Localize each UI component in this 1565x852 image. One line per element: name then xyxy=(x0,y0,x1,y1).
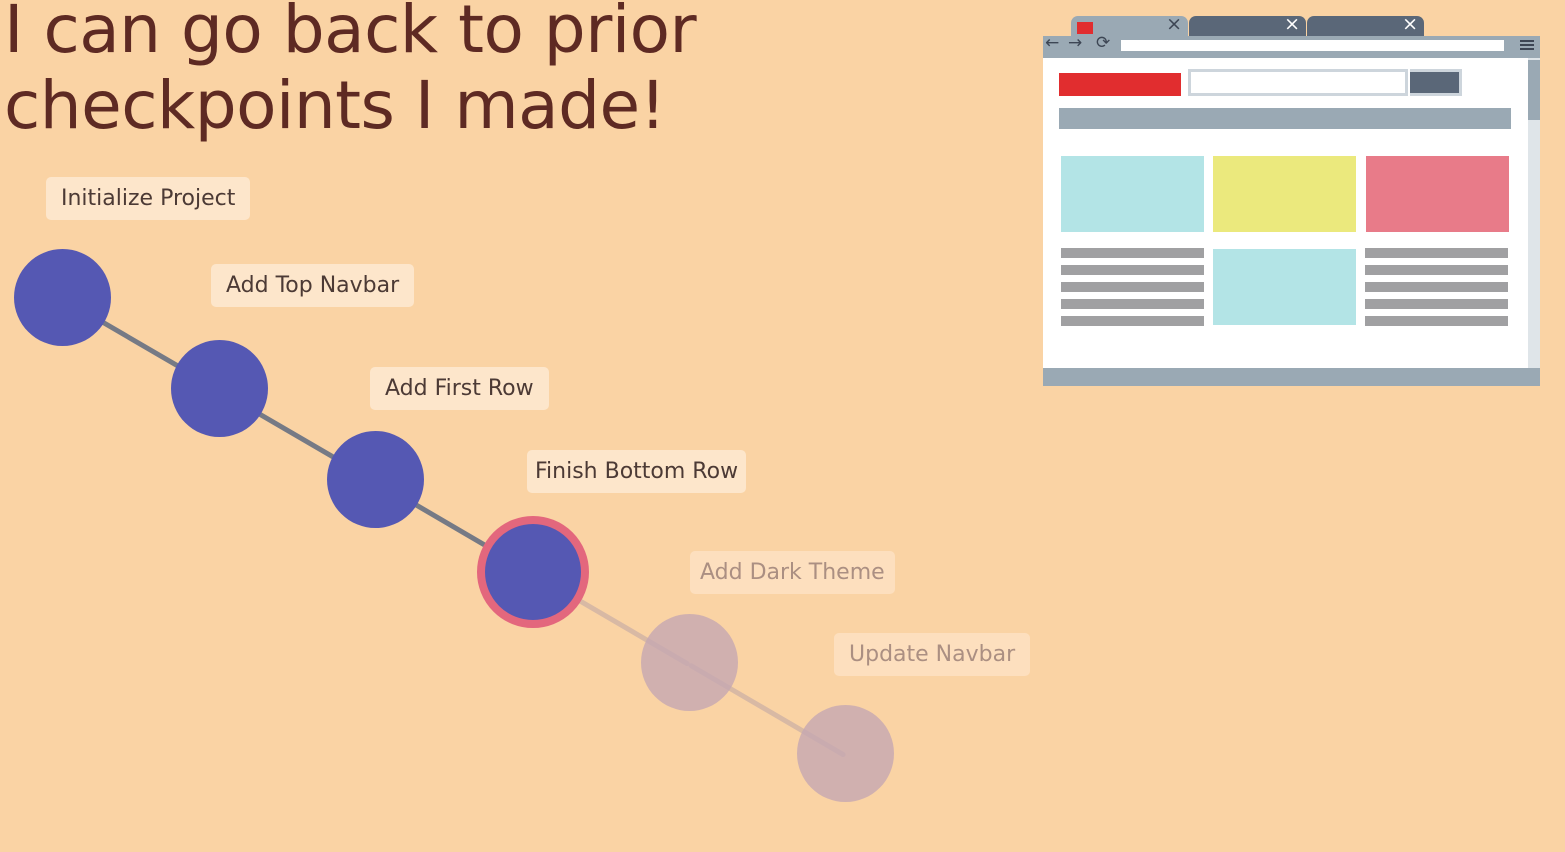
site-logo-block xyxy=(1059,73,1181,96)
checkpoint-node-update-navbar[interactable] xyxy=(797,705,894,802)
forward-arrow-icon: → xyxy=(1068,33,1083,53)
browser-tab-active: × xyxy=(1071,13,1188,38)
checkpoint-node-finish-bottom-row[interactable] xyxy=(477,516,589,628)
checkpoint-label-add-dark-theme: Add Dark Theme xyxy=(690,551,895,594)
title-line-2: checkpoints I made! xyxy=(4,67,666,144)
tab-close-icon: × xyxy=(1402,13,1418,35)
browser-page-area xyxy=(1043,58,1540,386)
checkpoint-node-add-dark-theme[interactable] xyxy=(641,614,738,711)
scrollbar-track xyxy=(1528,58,1540,368)
scrollbar-thumb xyxy=(1528,60,1540,120)
page-title: I can go back to prior checkpoints I mad… xyxy=(4,0,697,144)
checkpoint-node-add-first-row[interactable] xyxy=(327,431,424,528)
text-lines-right xyxy=(1365,248,1508,328)
content-block-cyan-2 xyxy=(1213,249,1356,325)
reload-icon: ⟳ xyxy=(1096,33,1111,53)
checkpoint-node-add-top-navbar[interactable] xyxy=(171,340,268,437)
checkpoint-label-finish-bottom-row: Finish Bottom Row xyxy=(527,450,747,493)
browser-tab-3: × xyxy=(1307,13,1424,38)
address-bar xyxy=(1121,40,1504,51)
browser-window-illustration: × × × ← → ⟳ xyxy=(1043,13,1540,386)
hamburger-menu-icon xyxy=(1520,40,1534,52)
checkpoint-label-initialize-project: Initialize Project xyxy=(46,177,251,220)
text-lines-left xyxy=(1061,248,1204,328)
content-block-pink xyxy=(1366,156,1509,232)
site-search-field xyxy=(1188,69,1408,96)
site-search-button xyxy=(1410,69,1462,96)
content-block-yellow xyxy=(1213,156,1356,232)
browser-status-bar xyxy=(1043,368,1540,386)
title-line-1: I can go back to prior xyxy=(4,0,697,68)
site-navbar-block xyxy=(1059,108,1511,129)
checkpoint-label-update-navbar: Update Navbar xyxy=(834,633,1031,676)
browser-toolbar: ← → ⟳ xyxy=(1043,33,1540,58)
tab-close-icon: × xyxy=(1284,13,1300,35)
checkpoint-label-add-top-navbar: Add Top Navbar xyxy=(211,264,415,307)
back-arrow-icon: ← xyxy=(1045,33,1060,53)
content-block-cyan xyxy=(1061,156,1204,232)
browser-tab-2: × xyxy=(1189,13,1306,38)
checkpoint-label-add-first-row: Add First Row xyxy=(370,367,549,410)
checkpoint-node-initialize-project[interactable] xyxy=(14,249,111,346)
tab-close-icon: × xyxy=(1166,13,1182,35)
